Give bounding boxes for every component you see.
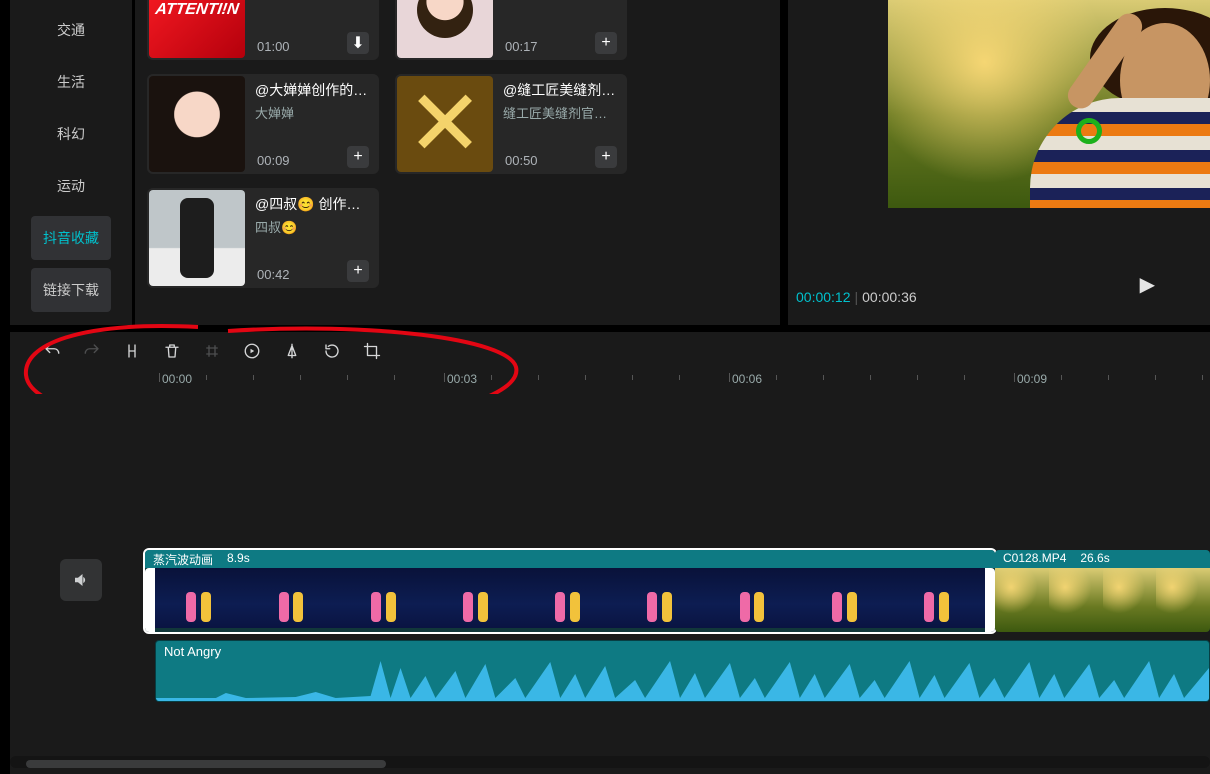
add-button[interactable]: + [347,146,369,168]
audio-clip[interactable]: Not Angry [155,640,1210,702]
clip-duration: 26.6s [1080,551,1109,567]
media-thumb [397,0,493,58]
add-button[interactable]: + [595,32,617,54]
media-card[interactable]: @大婵婵创作的… 大婵婵 00:09 + [147,74,379,174]
clip-name: C0128.MP4 [1003,551,1066,567]
add-button[interactable]: + [595,146,617,168]
sidebar-item-scifi[interactable]: 科幻 [31,112,111,156]
preview-frame[interactable] [888,0,1210,208]
video-clip[interactable]: C0128.MP4 26.6s [995,550,1210,632]
speed-button[interactable] [242,342,262,360]
media-author: 缝工匠美缝剂官… [503,103,623,122]
video-clip[interactable]: 蒸汽波动画 8.9s [145,550,995,632]
sidebar-item-life[interactable]: 生活 [31,60,111,104]
media-author: 四叔😊 [255,217,375,236]
clip-name: 蒸汽波动画 [153,551,213,567]
freeze-button [202,342,222,360]
edit-toolbar [10,332,1210,370]
sidebar-item-sport[interactable]: 运动 [31,164,111,208]
media-title: @四叔😊 创作… [255,194,375,214]
add-button[interactable]: + [347,260,369,282]
media-thumb [149,0,245,58]
media-duration: 00:50 [505,153,538,168]
clip-duration: 8.9s [227,551,250,567]
track-mute-button[interactable] [60,559,102,601]
sidebar-item-traffic[interactable]: 交通 [31,8,111,52]
media-duration: 01:00 [257,39,290,54]
crop-button[interactable] [362,342,382,360]
media-duration: 00:09 [257,153,290,168]
video-preview: 00:00:12|00:00:36 ▶ [788,0,1210,325]
media-card[interactable]: @四叔😊 创作… 四叔😊 00:42 + [147,188,379,288]
sidebar-item-douyin-fav[interactable]: 抖音收藏 [31,216,111,260]
media-thumb [149,76,245,172]
media-thumb [149,190,245,286]
media-card[interactable]: @缝工匠美缝剂… 缝工匠美缝剂官… 00:50 + [395,74,627,174]
media-title: @缝工匠美缝剂… [503,80,623,100]
redo-button [82,342,102,360]
mirror-button[interactable] [282,342,302,360]
media-thumb [397,76,493,172]
media-card[interactable]: 00:17 + [395,0,627,60]
timeline-scrollbar[interactable] [10,756,1210,768]
media-title: @大婵婵创作的… [255,80,375,100]
media-card[interactable]: 01:00 ⬇ [147,0,379,60]
sidebar-item-link-dl[interactable]: 链接下载 [31,268,111,312]
delete-button[interactable] [162,342,182,360]
timeline-ruler[interactable]: 00:00 00:03 00:06 00:09 [10,370,1210,394]
download-button[interactable]: ⬇ [347,32,369,54]
undo-button[interactable] [42,342,62,360]
scrollbar-thumb[interactable] [26,760,386,768]
media-author: 大婵婵 [255,103,375,122]
play-button[interactable]: ▶ [1140,272,1155,297]
split-button[interactable] [122,342,142,360]
media-duration: 00:17 [505,39,538,54]
timeline-tracks: 蒸汽波动画 8.9s C0128.MP4 26.6s Not Angry [10,394,1210,774]
category-sidebar: 交通 生活 科幻 运动 抖音收藏 链接下载 [10,0,132,325]
rotate-button[interactable] [322,342,342,360]
media-library: 01:00 ⬇ 00:17 + @大婵婵创作的… 大婵婵 00:09 + [135,0,780,325]
time-display: 00:00:12|00:00:36 [796,289,917,305]
media-duration: 00:42 [257,267,290,282]
